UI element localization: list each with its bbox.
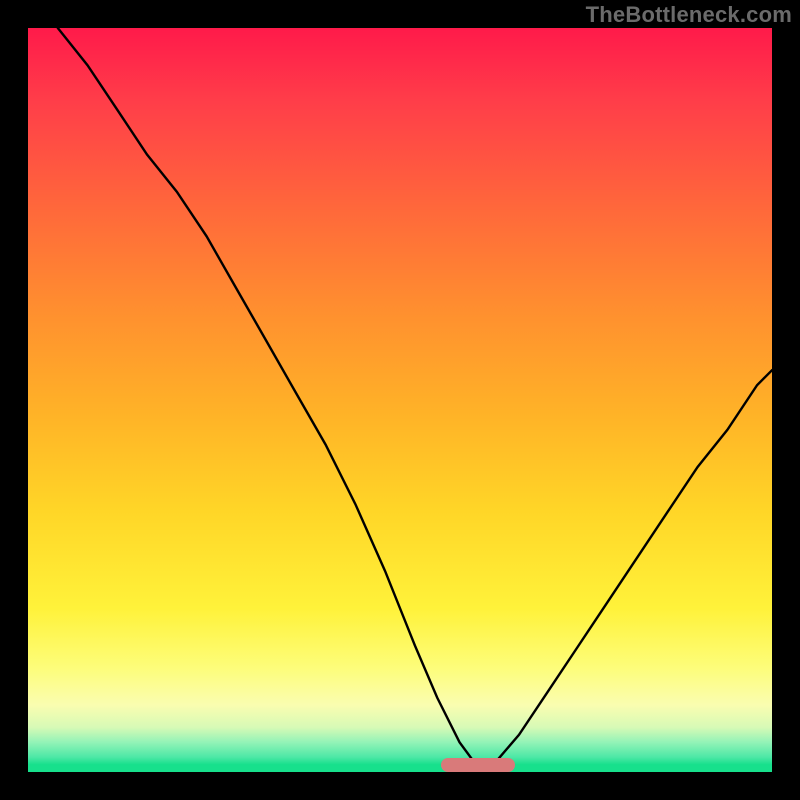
watermark-text: TheBottleneck.com [586,2,792,28]
bottleneck-curve [28,28,772,772]
plot-area [28,28,772,772]
chart-frame: TheBottleneck.com [0,0,800,800]
minimum-marker [441,758,515,772]
